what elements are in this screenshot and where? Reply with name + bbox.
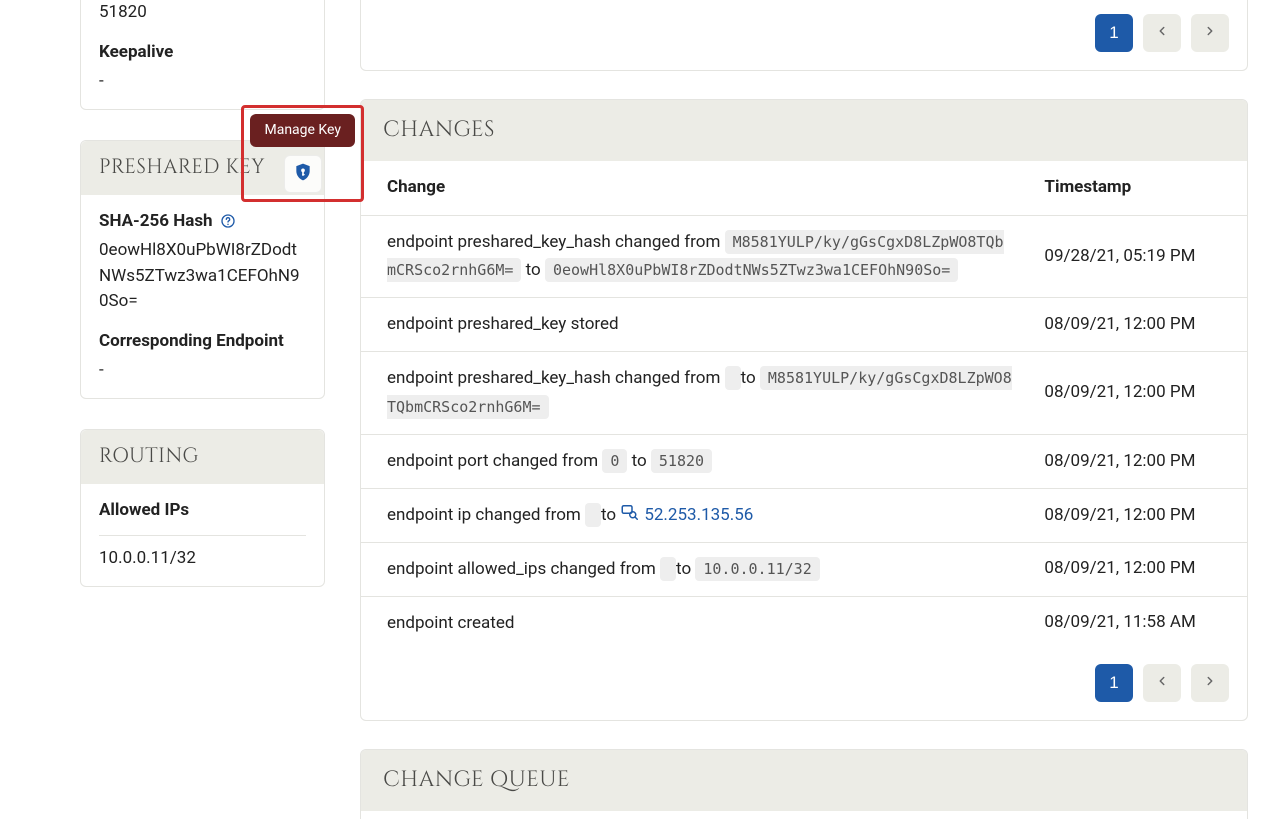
table-row: endpoint preshared_key_hash changed from… (361, 215, 1247, 298)
page-root: 51820 Keepalive - PRESHARED KEY Manage K… (0, 0, 1268, 819)
timestamp-cell: 08/09/21, 11:58 AM (1028, 596, 1247, 649)
ip-inspect-icon (620, 501, 638, 530)
code-pill: 10.0.0.11/32 (695, 557, 819, 581)
timestamp-cell: 08/09/21, 12:00 PM (1028, 434, 1247, 488)
sha256-value: 0eowHl8X0uPbWI8rZDodtNWs5ZTwz3wa1CEFOhN9… (99, 238, 306, 315)
page-1-button[interactable]: 1 (1095, 664, 1133, 702)
top-panel: 1 (360, 0, 1248, 71)
timestamp-cell: 08/09/21, 12:00 PM (1028, 352, 1247, 435)
chevron-left-icon (1155, 23, 1169, 43)
preshared-key-card: PRESHARED KEY Manage Key SHA-256 Hash (80, 140, 325, 399)
changes-table: Change Timestamp endpoint preshared_key_… (361, 161, 1247, 650)
code-pill: 51820 (651, 449, 712, 473)
corresponding-endpoint-value: - (99, 358, 306, 384)
allowed-ips-label: Allowed IPs (99, 498, 306, 524)
manage-key-button[interactable] (284, 155, 322, 193)
queue-col-timestamp: Timestamp (960, 811, 1247, 819)
next-page-button[interactable] (1191, 14, 1229, 52)
queue-col-state: State (802, 811, 961, 819)
chevron-right-icon (1203, 673, 1217, 693)
timestamp-cell: 08/09/21, 12:00 PM (1028, 542, 1247, 596)
change-cell: endpoint ip changed from to 52.253.135.5… (361, 488, 1028, 542)
corresponding-endpoint-label: Corresponding Endpoint (99, 329, 306, 355)
change-queue-panel: CHANGE QUEUE User Queued State Timestamp (360, 749, 1248, 819)
change-cell: endpoint allowed_ips changed from to 10.… (361, 542, 1028, 596)
timestamp-cell: 08/09/21, 12:00 PM (1028, 488, 1247, 542)
changes-col-change: Change (361, 161, 1028, 215)
routing-title: ROUTING (99, 442, 199, 472)
timestamp-cell: 09/28/21, 05:19 PM (1028, 215, 1247, 298)
change-cell: endpoint preshared_key_hash changed from… (361, 215, 1028, 298)
chevron-right-icon (1203, 23, 1217, 43)
table-row: endpoint allowed_ips changed from to 10.… (361, 542, 1247, 596)
page-1-button[interactable]: 1 (1095, 14, 1133, 52)
ip-link[interactable]: 52.253.135.56 (620, 501, 753, 530)
routing-card: ROUTING Allowed IPs 10.0.0.11/32 (80, 429, 325, 587)
change-queue-table: User Queued State Timestamp (361, 811, 1247, 819)
queue-col-user: User (361, 811, 540, 819)
help-circle-icon[interactable] (219, 212, 237, 230)
sha256-label: SHA-256 Hash (99, 209, 306, 235)
changes-panel: CHANGES Change Timestamp endpoint presha… (360, 99, 1248, 721)
preshared-key-title: PRESHARED KEY (99, 153, 265, 183)
left-sidebar: 51820 Keepalive - PRESHARED KEY Manage K… (0, 0, 340, 819)
change-queue-title: CHANGE QUEUE (361, 750, 1247, 811)
routing-divider (99, 535, 306, 536)
code-pill (585, 503, 601, 527)
prev-page-button[interactable] (1143, 14, 1181, 52)
keepalive-value: - (99, 69, 306, 95)
routing-header: ROUTING (81, 430, 324, 484)
chevron-left-icon (1155, 673, 1169, 693)
table-row: endpoint created 08/09/21, 11:58 AM (361, 596, 1247, 649)
change-cell: endpoint port changed from 0 to 51820 (361, 434, 1028, 488)
changes-title: CHANGES (361, 100, 1247, 161)
main-content: 1 CHANGES Change Timestamp (340, 0, 1268, 819)
change-cell: endpoint created (361, 596, 1028, 649)
port-value: 51820 (99, 0, 306, 26)
prev-page-button[interactable] (1143, 664, 1181, 702)
queue-col-queued: Queued (540, 811, 801, 819)
change-cell: endpoint preshared_key_hash changed from… (361, 352, 1028, 435)
table-row: endpoint preshared_key stored 08/09/21, … (361, 298, 1247, 352)
timestamp-cell: 08/09/21, 12:00 PM (1028, 298, 1247, 352)
next-page-button[interactable] (1191, 664, 1229, 702)
allowed-ips-value: 10.0.0.11/32 (99, 546, 306, 572)
top-pagination: 1 (361, 0, 1247, 70)
change-cell: endpoint preshared_key stored (361, 298, 1028, 352)
code-pill (725, 366, 741, 390)
changes-col-timestamp: Timestamp (1028, 161, 1247, 215)
manage-key-tooltip: Manage Key (250, 114, 355, 147)
table-row: endpoint port changed from 0 to 51820 08… (361, 434, 1247, 488)
table-row: endpoint preshared_key_hash changed from… (361, 352, 1247, 435)
code-pill: 0eowHl8X0uPbWI8rZDodtNWs5ZTwz3wa1CEFOhN9… (545, 258, 958, 282)
manage-key-callout: Manage Key (241, 105, 364, 202)
endpoint-network-card: 51820 Keepalive - (80, 0, 325, 110)
shield-key-icon (293, 161, 313, 186)
code-pill (660, 557, 676, 581)
keepalive-label: Keepalive (99, 40, 306, 66)
code-pill: 0 (602, 449, 627, 473)
changes-pagination: 1 (361, 650, 1247, 720)
table-row: endpoint ip changed from to 52.253.135.5… (361, 488, 1247, 542)
